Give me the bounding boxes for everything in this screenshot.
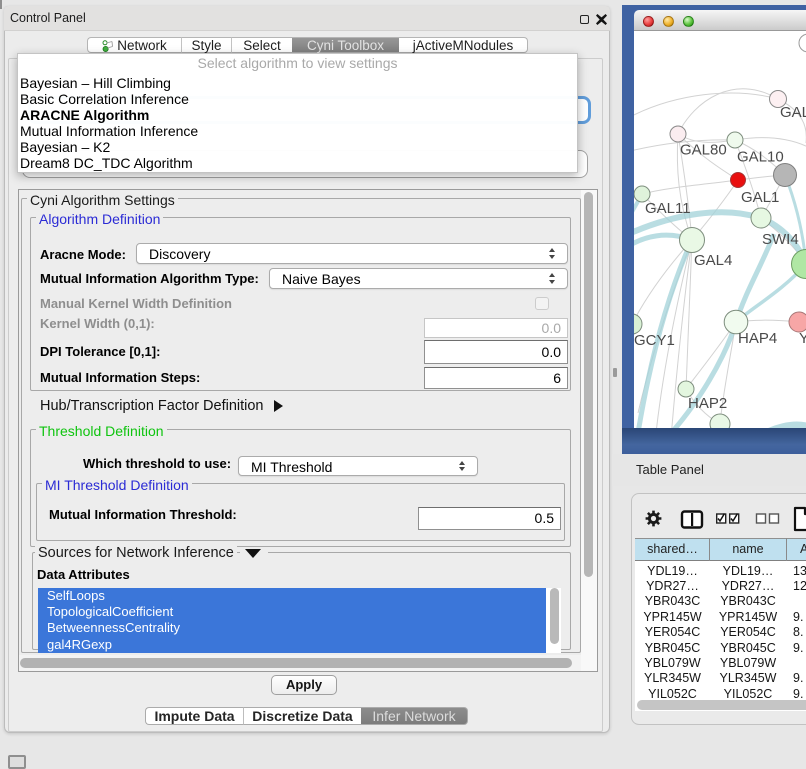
- svg-text:GCY1: GCY1: [634, 332, 675, 349]
- svg-text:HAP2: HAP2: [688, 395, 727, 412]
- svg-text:HAP4: HAP4: [738, 330, 777, 347]
- svg-text:GAL10: GAL10: [737, 149, 784, 166]
- svg-text:GAL2: GAL2: [780, 104, 806, 121]
- svg-text:GAL11: GAL11: [645, 200, 691, 217]
- svg-text:GAL4: GAL4: [694, 252, 732, 269]
- svg-text:SWI4: SWI4: [762, 231, 799, 248]
- svg-text:GAL1: GAL1: [741, 189, 779, 206]
- svg-text:GAL80: GAL80: [680, 142, 727, 159]
- svg-text:Y: Y: [799, 330, 806, 347]
